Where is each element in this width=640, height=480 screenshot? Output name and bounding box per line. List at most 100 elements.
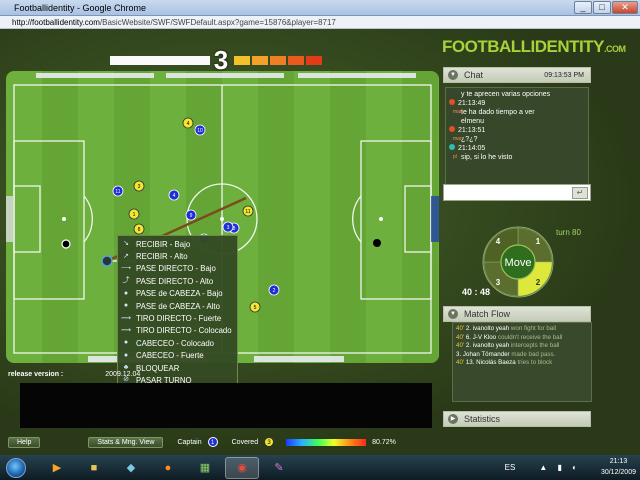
close-button[interactable]: ✕ bbox=[612, 1, 638, 14]
timer-segment bbox=[288, 55, 304, 65]
menu-item-label: BLOQUEAR bbox=[136, 363, 180, 373]
player-number: 9 bbox=[190, 213, 193, 219]
shot-strong-icon: ⟿ bbox=[121, 314, 132, 322]
paint-icon[interactable]: ✎ bbox=[262, 457, 296, 479]
chat-time: 09:13:53 PM bbox=[544, 71, 584, 79]
chat-message-time: 21:13:51 bbox=[449, 126, 585, 135]
menu-item[interactable]: ⟶ PASE DIRECTO - Bajo bbox=[118, 263, 237, 275]
release-label: release version : bbox=[8, 371, 64, 378]
clock-date: 30/12/2009 bbox=[600, 469, 636, 476]
match-flow-entry: 3. Johan Tömander made bad pass. bbox=[456, 350, 556, 358]
match-flow-entry: 40' 13. Nicolás Baeza tries to block bbox=[456, 359, 553, 366]
menu-item-label: PASE de CABEZA - Alto bbox=[136, 301, 220, 311]
send-button[interactable]: ↵ bbox=[572, 187, 588, 199]
chat-message: y te aprecen varias opciones bbox=[461, 91, 551, 98]
player-number: 11 bbox=[245, 209, 250, 215]
selected-player[interactable] bbox=[101, 255, 113, 267]
match-flow-header[interactable]: ▼ Match Flow bbox=[443, 306, 591, 322]
chat-input[interactable]: ↵ bbox=[443, 184, 591, 201]
maximize-button[interactable]: □ bbox=[593, 1, 611, 14]
energy-meter bbox=[286, 438, 367, 446]
chrome-icon[interactable]: ◉ bbox=[225, 456, 259, 479]
wheel-q4: 4 bbox=[496, 237, 501, 246]
menu-item[interactable]: ● CABECEO - Fuerte bbox=[118, 350, 237, 362]
move-label: Move bbox=[505, 257, 532, 269]
system-tray: ES ▲ ▮ ◐ 21:13 30/12/2009 bbox=[505, 456, 636, 478]
receive-high-icon: ↗ bbox=[123, 252, 129, 260]
wheel-q3: 3 bbox=[496, 278, 501, 287]
header-pass-low-icon: ● bbox=[123, 289, 129, 297]
menu-item[interactable]: ● CABECEO - Colocado bbox=[118, 337, 237, 349]
header-pass-high-icon: ● bbox=[123, 302, 129, 310]
collapse-icon[interactable]: ▼ bbox=[448, 70, 458, 80]
chat-messages: y te aprecen varias opciones 21:13:49 man t… bbox=[445, 87, 589, 191]
expand-icon[interactable]: ▶ bbox=[448, 414, 458, 424]
wheel-q1: 1 bbox=[536, 237, 541, 246]
timer-bar bbox=[110, 55, 210, 65]
user-status-icon bbox=[449, 144, 455, 150]
bottom-toolbar: Help Stats & Mng. View Captain 1 Covered… bbox=[8, 435, 438, 449]
timer-segments bbox=[234, 55, 322, 65]
chat-message-time: 21:14:05 bbox=[449, 144, 585, 153]
wheel-q2: 2 bbox=[536, 278, 541, 287]
folder-icon[interactable]: ■ bbox=[77, 457, 111, 479]
chat-message: man ¿?¿? bbox=[453, 136, 478, 143]
address-bar[interactable]: http://footballidentity.com/BasicWebsite… bbox=[0, 16, 640, 29]
move-wheel[interactable]: Move 1 2 3 4 bbox=[482, 226, 554, 298]
header-strong-icon: ● bbox=[123, 351, 129, 359]
window-titlebar: Footballidentity - Google Chrome _ □ ✕ bbox=[0, 0, 640, 16]
covered-label: Covered bbox=[231, 438, 259, 446]
firefox-icon[interactable]: ● bbox=[151, 457, 185, 479]
chat-panel-header[interactable]: ▼ Chat 09:13:53 PM bbox=[443, 67, 591, 83]
minimize-button[interactable]: _ bbox=[574, 1, 592, 14]
menu-item[interactable]: ⤴ PASE DIRECTO - Alto bbox=[118, 275, 237, 287]
window-controls: _ □ ✕ bbox=[574, 1, 638, 14]
user-status-icon bbox=[449, 126, 455, 132]
menu-item[interactable]: ⟿ TIRO DIRECTO - Fuerte bbox=[118, 312, 237, 324]
shot-placed-icon: ⟿ bbox=[121, 326, 132, 334]
timer-segment bbox=[306, 55, 322, 65]
statistics-header[interactable]: ▶ Statistics bbox=[443, 411, 591, 427]
match-score: 40 : 48 bbox=[462, 287, 491, 297]
turn-counter: turn 80 bbox=[556, 228, 581, 237]
match-flow-list: 40' 2. ivanolto yeah won fight for ball 4… bbox=[452, 322, 592, 402]
captain-label: Captain bbox=[177, 438, 202, 446]
chat-message: pl sip, si lo he visto bbox=[453, 154, 513, 161]
covered-badge: 3 bbox=[264, 437, 275, 447]
url-domain: http://footballidentity.com bbox=[12, 18, 100, 27]
language-indicator[interactable]: ES bbox=[505, 462, 516, 473]
stats-view-button[interactable]: Stats & Mng. View bbox=[88, 436, 164, 448]
goalkeeper-right bbox=[373, 239, 381, 247]
header-placed-icon: ● bbox=[123, 339, 129, 347]
player-number: 11 bbox=[115, 189, 120, 195]
start-button[interactable] bbox=[6, 457, 26, 478]
menu-item-label: CABECEO - Colocado bbox=[136, 338, 214, 348]
player-number: 1 bbox=[133, 212, 136, 218]
menu-item[interactable]: ● PASE de CABEZA - Bajo bbox=[118, 288, 237, 300]
menu-item-label: TIRO DIRECTO - Fuerte bbox=[136, 314, 222, 324]
media-player-icon[interactable]: ▶ bbox=[40, 457, 74, 479]
menu-item[interactable]: ↘ RECIBIR - Bajo bbox=[118, 238, 237, 250]
collapse-icon[interactable]: ▼ bbox=[448, 309, 458, 319]
help-button[interactable]: Help bbox=[8, 436, 41, 448]
player-number: 3 bbox=[138, 184, 141, 190]
url-path: /BasicWebsite/SWF/SWFDefault.aspx?game=1… bbox=[99, 18, 336, 27]
menu-item[interactable]: ↗ RECIBIR - Alto bbox=[118, 250, 237, 262]
user-status-icon bbox=[449, 99, 455, 105]
release-version: 2009.12.04 bbox=[105, 371, 141, 378]
menu-item[interactable]: ⟿ TIRO DIRECTO - Colocado bbox=[118, 325, 237, 337]
menu-item-label: PASE DIRECTO - Bajo bbox=[136, 264, 216, 274]
chat-message-time: 21:13:49 bbox=[449, 99, 585, 108]
match-flow-entry: 40' 2. ivanolto yeah won fight for ball bbox=[456, 325, 556, 332]
spreadsheet-icon[interactable]: ▦ bbox=[188, 457, 222, 479]
menu-item-label: TIRO DIRECTO - Colocado bbox=[136, 326, 232, 336]
menu-item[interactable]: ● PASE de CABEZA - Alto bbox=[118, 300, 237, 312]
window-title: Footballidentity - Google Chrome bbox=[14, 2, 147, 13]
windows-taskbar: ▶ ■ ◆ ● ▦ ◉ ✎ ES ▲ ▮ ◐ 21:13 30/12/2009 bbox=[0, 455, 640, 480]
network-icon[interactable]: ◆ bbox=[114, 457, 148, 479]
tray-icons[interactable]: ▲ ▮ ◐ bbox=[539, 462, 581, 473]
match-flow-entry: 40' 2. ivanolto yeah intercepts the ball bbox=[456, 342, 560, 349]
timer-segment bbox=[270, 55, 286, 65]
turn-timer: 3 bbox=[110, 47, 322, 73]
player-number: 4 bbox=[187, 121, 190, 127]
